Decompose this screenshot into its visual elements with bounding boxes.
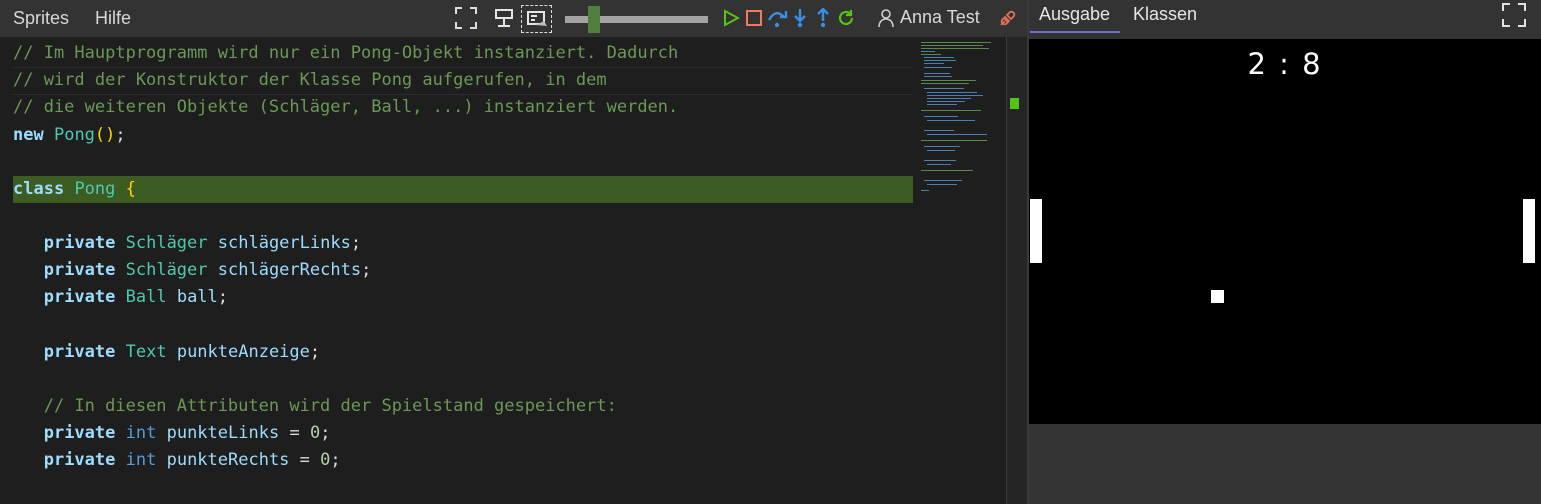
user-menu[interactable]: Anna Test [876, 7, 980, 28]
code-line-6: class Pong { [13, 176, 136, 203]
code-tokens: private Ball ball; [43, 287, 229, 307]
code-line-12: private Text punkteAnzeige; [13, 339, 320, 366]
output-panel: Ausgabe Klassen 2 : 8 [1029, 0, 1541, 504]
step-into-icon[interactable] [789, 6, 811, 30]
tab-klassen[interactable]: Klassen [1133, 4, 1197, 25]
active-tab-indicator [1030, 31, 1120, 33]
code-tokens: new Pong(); [13, 125, 126, 145]
output-empty-area [1029, 424, 1541, 504]
code-line-4: new Pong(); [13, 122, 126, 149]
disconnect-icon[interactable] [996, 6, 1020, 30]
speed-slider-thumb[interactable] [587, 6, 600, 33]
code-line-9: private Schläger schlägerRechts; [13, 257, 372, 284]
restart-icon[interactable] [835, 6, 857, 30]
right-paddle [1523, 199, 1535, 263]
code-comment: // die weiteren Objekte (Schläger, Ball,… [13, 97, 679, 117]
console-icon[interactable] [521, 5, 552, 33]
code-line-2: // wird der Konstruktor der Klasse Pong … [13, 67, 607, 94]
play-icon[interactable] [720, 6, 742, 30]
user-name: Anna Test [900, 7, 980, 27]
editor-area: Sprites Hilfe Anna Test // Im Hauptprogr… [0, 0, 1029, 504]
menu-hilfe[interactable]: Hilfe [95, 8, 131, 29]
stop-icon[interactable] [743, 6, 765, 30]
code-line-16: private int punkteRechts = 0; [13, 447, 341, 474]
game-canvas[interactable]: 2 : 8 [1029, 39, 1541, 424]
fullscreen-icon[interactable] [1501, 3, 1527, 27]
code-tokens: private int punkteLinks = 0; [43, 423, 331, 443]
speed-slider-track[interactable] [565, 16, 708, 23]
code-comment: // wird der Konstruktor der Klasse Pong … [13, 70, 607, 90]
code-comment: // Im Hauptprogramm wird nur ein Pong-Ob… [13, 43, 679, 63]
code-comment: // In diesen Attributen wird der Spielst… [13, 396, 617, 416]
code-tokens: private Schläger schlägerLinks; [43, 233, 362, 253]
fullscreen-icon[interactable] [454, 6, 478, 30]
score-display: 2 : 8 [1247, 47, 1323, 81]
left-paddle [1030, 199, 1042, 263]
code-editor[interactable]: // Im Hauptprogramm wird nur ein Pong-Ob… [0, 37, 1029, 504]
step-over-icon[interactable] [765, 6, 789, 30]
code-line-14: // In diesen Attributen wird der Spielst… [13, 393, 617, 420]
code-tokens: private Text punkteAnzeige; [43, 342, 321, 362]
presentation-icon[interactable] [491, 6, 517, 30]
menu-sprites[interactable]: Sprites [13, 8, 69, 29]
code-tokens: class Pong { [13, 179, 136, 199]
tab-ausgabe[interactable]: Ausgabe [1039, 4, 1110, 25]
code-line-8: private Schläger schlägerLinks; [13, 230, 361, 257]
ball [1211, 290, 1224, 303]
user-icon [878, 8, 894, 27]
code-tokens: private Schläger schlägerRechts; [43, 260, 372, 280]
toolbar: Sprites Hilfe Anna Test [0, 0, 1028, 37]
step-out-icon[interactable] [812, 6, 834, 30]
minimap[interactable] [921, 40, 1006, 200]
code-line-15: private int punkteLinks = 0; [13, 420, 331, 447]
code-line-3: // die weiteren Objekte (Schläger, Ball,… [13, 94, 678, 121]
editor-scrollbar[interactable] [1006, 37, 1029, 504]
code-line-1: // Im Hauptprogramm wird nur ein Pong-Ob… [13, 40, 678, 67]
code-line-10: private Ball ball; [13, 284, 228, 311]
highlighted-line [13, 176, 913, 203]
code-tokens: private int punkteRechts = 0; [43, 450, 341, 470]
scrollbar-marker [1010, 98, 1019, 109]
